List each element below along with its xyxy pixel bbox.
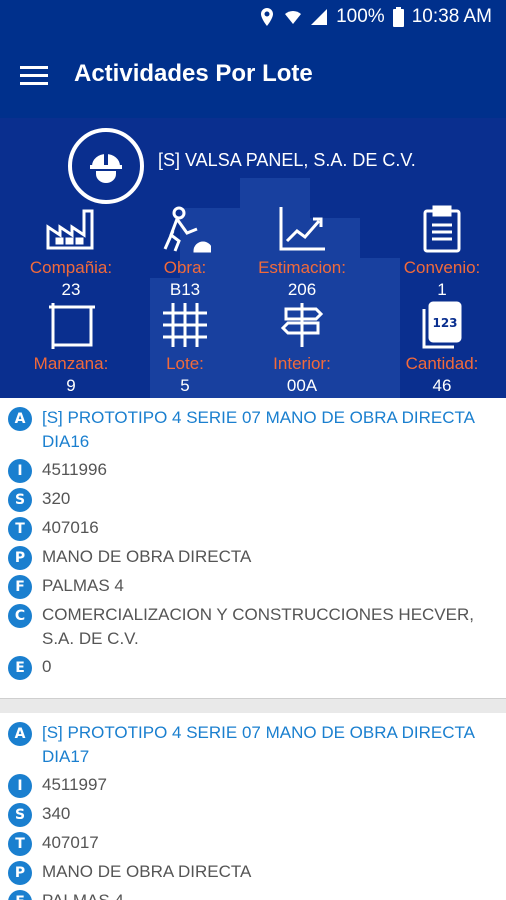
stat-cantidad: 123 Cantidad: 46 [382,300,502,396]
badge-a: A [8,722,32,746]
stat-value: 9 [66,376,76,395]
stat-label: Interior: [273,354,331,373]
stat-value: 00A [286,376,318,395]
badge-t: T [8,517,32,541]
badge-i: I [8,459,32,483]
wifi-icon [285,11,302,24]
stat-value: 46 [432,376,452,395]
stat-label: Convenio: [403,258,481,277]
badge-c: C [8,604,32,628]
stat-convenio: Convenio: 1 [382,204,502,300]
chart-up-icon [279,207,325,251]
activity-card[interactable]: A [S] PROTOTIPO 4 SERIE 07 MANO DE OBRA D… [0,713,506,900]
grid-icon [163,303,207,347]
badge-a: A [8,407,32,431]
activity-field: MANO DE OBRA DIRECTA [42,862,252,881]
activity-field: PALMAS 4 [42,576,124,595]
badge-s: S [8,488,32,512]
activity-field: 4511996 [42,460,107,479]
svg-text:123: 123 [432,316,457,330]
stat-label: Compañia: [29,258,113,277]
clipboard-icon [423,205,461,253]
badge-f: F [8,890,32,900]
activity-field: 407016 [42,518,99,537]
badge-p: P [8,546,32,570]
stat-interior: Interior: 00A [242,300,362,396]
activity-list[interactable]: A [S] PROTOTIPO 4 SERIE 07 MANO DE OBRA D… [0,398,506,900]
activity-title[interactable]: [S] PROTOTIPO 4 SERIE 07 MANO DE OBRA DI… [42,406,500,454]
activity-field: COMERCIALIZACION Y CONSTRUCCIONES HECVER… [42,605,474,648]
signpost-icon [280,303,324,347]
battery-icon [392,7,404,27]
stat-obra: Obra: B13 [125,204,245,300]
activity-field: MANO DE OBRA DIRECTA [42,547,252,566]
page-title: Actividades Por Lote [74,60,313,87]
activity-field: 4511997 [42,775,107,794]
stat-manzana: Manzana: 9 [11,300,131,396]
signal-icon [311,9,328,25]
badge-f: F [8,575,32,599]
badge-t: T [8,832,32,856]
lot-summary-panel: [S] VALSA PANEL, S.A. DE C.V. Compañia: … [0,118,506,398]
stat-value: 206 [287,280,317,299]
battery-percent: 100% [336,6,385,27]
stat-value: B13 [169,280,201,299]
badge-p: P [8,861,32,885]
activity-field: 0 [42,657,52,676]
badge-s: S [8,803,32,827]
stat-value: 1 [437,280,447,299]
stat-value: 5 [180,376,190,395]
badge-e: E [8,656,32,680]
badge-i: I [8,774,32,798]
stat-label: Manzana: [33,354,109,373]
stat-compania: Compañia: 23 [11,204,131,300]
app-bar: Actividades Por Lote [0,36,506,118]
factory-icon [46,209,94,250]
stat-label: Lote: [166,354,204,373]
activity-card[interactable]: A [S] PROTOTIPO 4 SERIE 07 MANO DE OBRA D… [0,398,506,699]
frame-icon [49,303,95,349]
activity-title[interactable]: [S] PROTOTIPO 4 SERIE 07 MANO DE OBRA DI… [42,721,500,769]
stat-label: Cantidad: [405,354,479,373]
hardhat-worker-icon [90,153,122,183]
clock: 10:38 AM [411,6,492,27]
company-avatar [68,128,144,204]
activity-field: PALMAS 4 [42,889,124,900]
activity-field: 407017 [42,833,99,852]
location-icon [261,8,274,26]
activity-field: 320 [42,489,71,508]
stat-label: Obra: [163,258,207,277]
stat-value: 23 [61,280,81,299]
stat-lote: Lote: 5 [125,300,245,396]
stat-label: Estimacion: [258,258,346,277]
company-name: [S] VALSA PANEL, S.A. DE C.V. [158,150,416,170]
activity-field: 340 [42,804,71,823]
worker-icon [163,206,211,253]
numbers-icon: 123 [422,301,462,349]
menu-icon[interactable] [20,66,48,86]
stat-estimacion: Estimacion: 206 [242,204,362,300]
status-bar: 100% 10:38 AM [0,0,506,36]
